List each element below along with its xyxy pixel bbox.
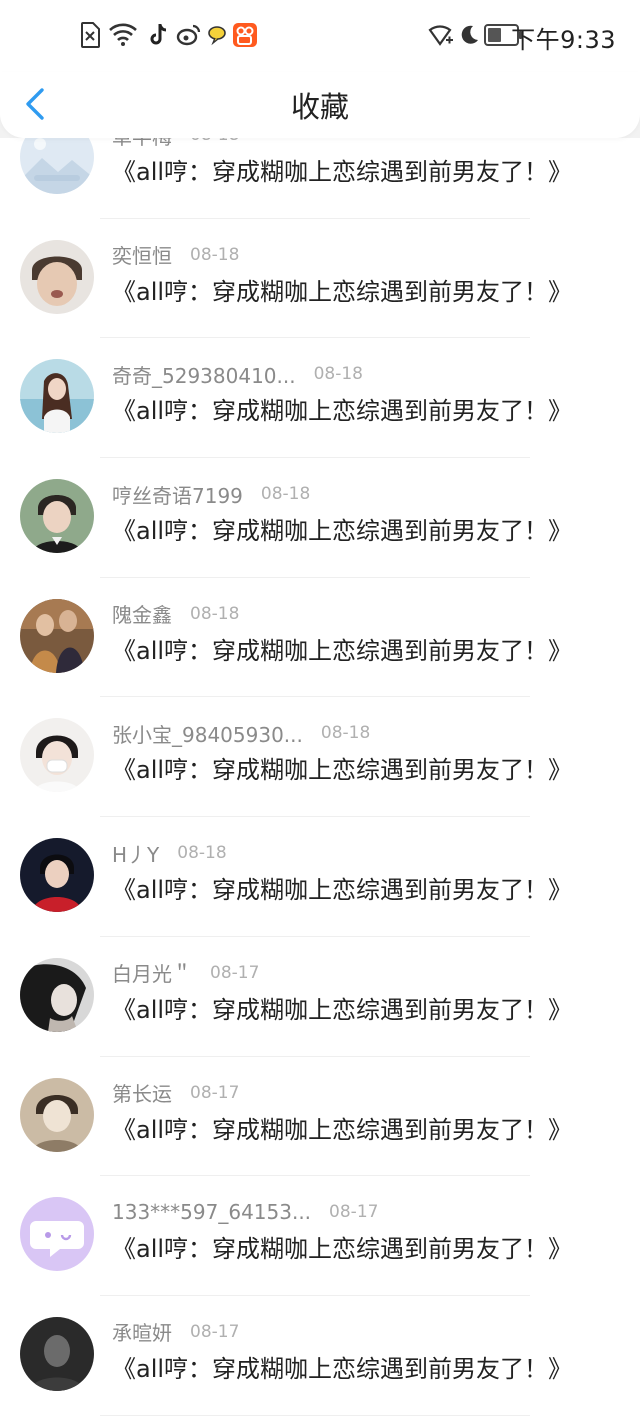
list-item[interactable]: 133***597_64153... 08-17 《all哼：穿成糊咖上恋综遇到… [0, 1176, 640, 1296]
status-time: 下午9:33 [511, 26, 616, 54]
item-date: 08-18 [260, 484, 311, 505]
item-date: 08-18 [177, 843, 227, 864]
item-content[interactable]: 《all哼：穿成糊咖上恋综遇到前男友了！》 [112, 272, 572, 307]
avatar-photo [20, 838, 94, 913]
avatar-photo [20, 359, 94, 434]
avatar[interactable] [20, 239, 94, 314]
moon-icon [461, 25, 478, 44]
user-name: 奕恒恒 [112, 244, 172, 269]
item-date: 08-17 [190, 1082, 240, 1103]
list-item[interactable]: 第长运 08-17 《all哼：穿成糊咖上恋综遇到前男友了！》 [0, 1057, 640, 1177]
item-date: 08-17 [210, 962, 260, 983]
item-content[interactable]: 《all哼：穿成糊咖上恋综遇到前男友了！》 [112, 511, 572, 546]
user-name: 卓半梅 [112, 138, 172, 150]
user-name: 第长运 [112, 1082, 172, 1106]
tiktok-icon [150, 24, 167, 45]
item-date: 08-17 [329, 1202, 379, 1223]
avatar-photo [20, 1316, 94, 1391]
item-content[interactable]: 《all哼：穿成糊咖上恋综遇到前男友了！》 [112, 1110, 572, 1145]
avatar-photo [20, 718, 94, 793]
user-name: 133***597_64153... [112, 1200, 312, 1225]
app-header: 收藏 [0, 72, 640, 138]
item-date: 08-18 [190, 244, 240, 265]
list-item[interactable]: 奕恒恒 08-18 《all哼：穿成糊咖上恋综遇到前男友了！》 [0, 219, 640, 339]
user-name: 承暄妍 [112, 1321, 172, 1346]
list-item[interactable]: 卓半梅 08-18 《all哼：穿成糊咖上恋综遇到前男友了！》 [0, 138, 640, 219]
user-name: 哼丝奇语7199 [112, 483, 243, 508]
favorites-list: 卓半梅 08-18 《all哼：穿成糊咖上恋综遇到前男友了！》 奕恒恒 08-1… [0, 138, 640, 1422]
default-chat-avatar-icon [20, 1197, 94, 1272]
user-name: 张小宝_98405930... [112, 722, 303, 747]
image-placeholder-icon [20, 138, 94, 194]
wifi-plus-icon [428, 25, 453, 46]
item-content[interactable]: 《all哼：穿成糊咖上恋综遇到前男友了！》 [112, 631, 572, 666]
weibo-icon [176, 24, 201, 46]
list-item[interactable]: H丿Y 08-18 《all哼：穿成糊咖上恋综遇到前男友了！》 [0, 817, 640, 937]
user-name: 隗金鑫 [112, 603, 172, 628]
list-item[interactable]: 哼丝奇语7199 08-18 《all哼：穿成糊咖上恋综遇到前男友了！》 [0, 458, 640, 578]
avatar[interactable] [20, 957, 94, 1032]
avatar-photo [20, 1077, 94, 1152]
avatar[interactable] [20, 138, 94, 194]
wifi-icon [109, 23, 137, 46]
avatar[interactable] [20, 1197, 94, 1272]
item-date: 08-18 [313, 364, 363, 385]
item-date: 08-18 [190, 138, 239, 145]
avatar-photo [20, 957, 94, 1032]
item-content[interactable]: 《all哼：穿成糊咖上恋综遇到前男友了！》 [112, 152, 572, 187]
avatar[interactable] [20, 359, 94, 434]
avatar[interactable] [20, 479, 94, 554]
kuaishou-icon [233, 23, 257, 47]
list-item[interactable]: 承暄妍 08-17 《all哼：穿成糊咖上恋综遇到前男友了！》 [0, 1296, 640, 1416]
avatar-photo [20, 239, 94, 314]
chat-bubble-icon [208, 26, 226, 46]
item-content[interactable]: 《all哼：穿成糊咖上恋综遇到前男友了！》 [112, 750, 572, 785]
item-content[interactable]: 《all哼：穿成糊咖上恋综遇到前男友了！》 [112, 1349, 572, 1384]
user-name: 奇奇_529380410... [112, 363, 296, 388]
user-name: 白月光＂ [112, 962, 192, 987]
avatar[interactable] [20, 1077, 94, 1152]
item-date: 08-18 [190, 603, 240, 624]
item-date: 08-18 [320, 723, 371, 744]
list-item[interactable]: 隗金鑫 08-18 《all哼：穿成糊咖上恋综遇到前男友了！》 [0, 578, 640, 698]
item-content[interactable]: 《all哼：穿成糊咖上恋综遇到前男友了！》 [112, 1229, 572, 1264]
avatar[interactable] [20, 598, 94, 673]
list-item[interactable]: 张小宝_98405930... 08-18 《all哼：穿成糊咖上恋综遇到前男友… [0, 697, 640, 818]
item-content[interactable]: 《all哼：穿成糊咖上恋综遇到前男友了！》 [112, 990, 572, 1025]
item-content[interactable]: 《all哼：穿成糊咖上恋综遇到前男友了！》 [112, 391, 572, 426]
avatar-photo [20, 598, 94, 673]
avatar[interactable] [20, 718, 94, 793]
item-content[interactable]: 《all哼：穿成糊咖上恋综遇到前男友了！》 [112, 870, 572, 905]
page-title: 收藏 [290, 90, 349, 124]
list-item[interactable]: 奇奇_529380410... 08-18 《all哼：穿成糊咖上恋综遇到前男友… [0, 338, 640, 459]
list-item[interactable]: 白月光＂ 08-17 《all哼：穿成糊咖上恋综遇到前男友了！》 [0, 937, 640, 1057]
divider [100, 1414, 530, 1416]
avatar[interactable] [20, 838, 94, 913]
avatar-photo [20, 479, 94, 554]
sim-absent-icon [81, 22, 100, 48]
user-name: H丿Y [112, 842, 160, 867]
status-bar: 下午9:33 [0, 0, 640, 72]
item-date: 08-17 [190, 1321, 240, 1342]
avatar[interactable] [20, 1316, 94, 1391]
